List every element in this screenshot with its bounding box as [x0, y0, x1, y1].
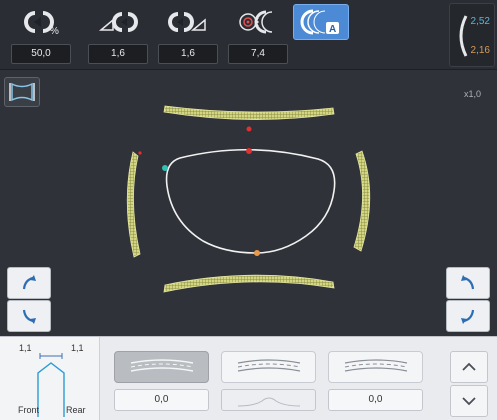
marker-left — [162, 165, 168, 171]
bevel-option-1-button[interactable] — [114, 351, 209, 383]
front-label: Front — [18, 405, 40, 415]
bevel-top — [163, 105, 335, 120]
curve-profile-icon — [459, 15, 468, 57]
bevel-profile: 1,1 1,1 Front Rear — [0, 337, 100, 420]
bevel-option-2-button[interactable] — [221, 351, 316, 383]
bevel-bottom — [163, 274, 335, 293]
rotate-right-down-button[interactable] — [446, 300, 490, 332]
bevel-option-3-button[interactable] — [328, 351, 423, 383]
rotate-down-icon — [22, 309, 36, 324]
rotate-left-up-button[interactable] — [7, 267, 51, 299]
bevel-option-3-value[interactable]: 0,0 — [328, 389, 423, 411]
side-value-top: 2,52 — [470, 16, 490, 27]
side-value-bottom: 2,16 — [470, 45, 490, 56]
rotate-up-icon — [461, 275, 475, 290]
rear-bevel-value: 1,6 — [158, 44, 218, 64]
marker-bottom — [254, 250, 260, 256]
bevel-curve-icon — [237, 359, 300, 372]
scroll-down-button[interactable] — [450, 385, 488, 417]
chevron-down-icon — [462, 397, 476, 406]
chevron-up-icon — [462, 362, 476, 371]
side-curve-panel[interactable]: 2,52 2,16 — [449, 3, 495, 67]
auto-badge: A — [329, 24, 336, 35]
lens-shape-view — [126, 105, 371, 293]
bevel-left — [126, 151, 141, 258]
bevel-curve-icon — [344, 359, 407, 372]
bottom-panel: 1,1 1,1 Front Rear 0,0 0,0 — [0, 336, 497, 420]
bevel-option-2-value — [221, 389, 316, 411]
rotate-right-up-button[interactable] — [446, 267, 490, 299]
rotate-down-icon — [461, 309, 475, 324]
lens-outline — [165, 148, 336, 254]
front-bevel-tool[interactable]: 1,6 — [85, 4, 151, 66]
bevel-curve-icon — [130, 359, 193, 372]
auto-bevel-tool[interactable]: A — [288, 4, 354, 66]
marker-top-shape — [246, 148, 252, 154]
bevel-right — [353, 150, 371, 252]
position-percent-tool[interactable]: % 50,0 — [8, 4, 74, 66]
edger-app: % 50,0 1,6 1,6 7,4 A 2,52 2,16 x1,0 1,1 … — [0, 0, 497, 420]
lens-curve-target-icon — [235, 6, 281, 38]
lens-position-percent-icon: % — [18, 6, 64, 38]
lens-canvas[interactable]: x1,0 — [0, 71, 497, 334]
position-percent-value: 50,0 — [11, 44, 71, 64]
rotate-up-icon — [22, 275, 36, 290]
svg-text:%: % — [50, 26, 59, 36]
marker-left-band — [138, 151, 142, 155]
curve-value: 7,4 — [228, 44, 288, 64]
front-bevel-value: 1,6 — [88, 44, 148, 64]
rotate-left-down-button[interactable] — [7, 300, 51, 332]
marker-top-band — [246, 126, 252, 132]
rear-bevel-tool[interactable]: 1,6 — [155, 4, 221, 66]
bevel-shape-icon — [237, 397, 300, 407]
bevel-option-1-value[interactable]: 0,0 — [114, 389, 209, 411]
auto-bevel-icon: A — [293, 4, 349, 40]
front-bevel-icon — [95, 6, 141, 38]
scroll-up-button[interactable] — [450, 351, 488, 383]
rear-bevel-icon — [165, 6, 211, 38]
curve-tool[interactable]: 7,4 — [225, 4, 291, 66]
toolbar: % 50,0 1,6 1,6 7,4 A 2,52 2,16 — [0, 0, 497, 70]
rear-label: Rear — [66, 405, 86, 415]
